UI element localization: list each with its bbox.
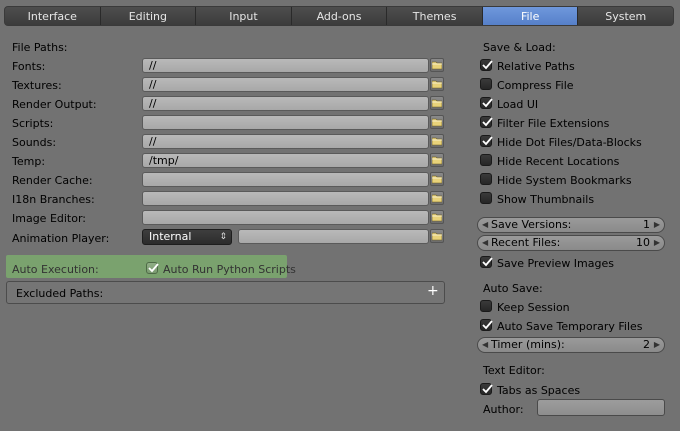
i18n-branches-label: I18n Branches: [12, 193, 95, 206]
relative-paths-checkbox[interactable] [480, 59, 493, 71]
fonts-label: Fonts: [12, 60, 46, 73]
decrement-arrow-icon[interactable]: ◀ [482, 338, 488, 352]
render-output-label: Render Output: [12, 98, 97, 111]
fonts-folder-icon[interactable] [430, 58, 444, 72]
hide-system-bookmarks-label: Hide System Bookmarks [497, 174, 632, 187]
increment-arrow-icon[interactable]: ▶ [654, 236, 660, 250]
file-paths-heading: File Paths: [12, 41, 68, 54]
fonts-path-field[interactable]: // [142, 58, 429, 73]
textures-label: Textures: [12, 79, 62, 92]
text-editor-heading: Text Editor: [483, 364, 545, 377]
show-thumbnails-label: Show Thumbnails [497, 193, 595, 206]
scripts-folder-icon[interactable] [430, 115, 444, 129]
animation-player-path-field[interactable] [238, 229, 429, 244]
relative-paths-label: Relative Paths [497, 60, 575, 73]
increment-arrow-icon[interactable]: ▶ [654, 218, 660, 232]
add-path-plus-icon[interactable]: + [427, 283, 439, 299]
save-load-heading: Save & Load: [483, 41, 556, 54]
filter-file-extensions-label: Filter File Extensions [497, 117, 610, 130]
timer-label: Timer (mins): [491, 338, 565, 351]
temp-path-field[interactable]: /tmp/ [142, 153, 429, 168]
animation-player-label: Animation Player: [12, 232, 110, 245]
textures-folder-icon[interactable] [430, 77, 444, 91]
tabs-as-spaces-checkbox[interactable] [480, 383, 493, 395]
recent-files-field[interactable]: ◀ Recent Files: 10 ▶ [477, 235, 665, 251]
author-label: Author: [483, 403, 524, 416]
recent-files-value: 10 [636, 236, 650, 249]
decrement-arrow-icon[interactable]: ◀ [482, 236, 488, 250]
image-editor-label: Image Editor: [12, 212, 87, 225]
keep-session-label: Keep Session [497, 301, 570, 314]
image-editor-path-field[interactable] [142, 210, 429, 225]
compress-file-checkbox[interactable] [480, 78, 492, 90]
save-preview-images-checkbox[interactable] [480, 256, 493, 268]
scripts-label: Scripts: [12, 117, 54, 130]
load-ui-label: Load UI [497, 98, 539, 111]
show-thumbnails-checkbox[interactable] [480, 192, 492, 204]
render-cache-folder-icon[interactable] [430, 172, 444, 186]
animation-player-select[interactable]: Internal ⇕ [142, 229, 232, 245]
save-versions-field[interactable]: ◀ Save Versions: 1 ▶ [477, 217, 665, 233]
save-preview-images-label: Save Preview Images [497, 257, 614, 270]
auto-save-temp-checkbox[interactable] [480, 319, 493, 331]
sounds-label: Sounds: [12, 136, 57, 149]
tab-themes[interactable]: Themes [387, 7, 483, 25]
timer-value: 2 [643, 338, 650, 351]
hide-recent-locations-checkbox[interactable] [480, 154, 492, 166]
sounds-folder-icon[interactable] [430, 134, 444, 148]
image-editor-folder-icon[interactable] [430, 210, 444, 224]
save-versions-value: 1 [643, 218, 650, 231]
auto-save-heading: Auto Save: [483, 282, 543, 295]
hide-dot-files-label: Hide Dot Files/Data-Blocks [497, 136, 642, 149]
auto-execution-label: Auto Execution: [12, 263, 99, 276]
preferences-tab-bar: Interface Editing Input Add-ons Themes F… [4, 6, 674, 26]
increment-arrow-icon[interactable]: ▶ [654, 338, 660, 352]
render-output-folder-icon[interactable] [430, 96, 444, 110]
render-output-path-field[interactable]: // [142, 96, 429, 111]
tab-editing[interactable]: Editing [100, 7, 197, 25]
i18n-branches-folder-icon[interactable] [430, 191, 444, 205]
auto-run-python-checkbox[interactable] [146, 262, 159, 274]
auto-run-python-label: Auto Run Python Scripts [163, 263, 296, 276]
recent-files-label: Recent Files: [491, 236, 561, 249]
decrement-arrow-icon[interactable]: ◀ [482, 218, 488, 232]
tab-system[interactable]: System [578, 7, 673, 25]
timer-field[interactable]: ◀ Timer (mins): 2 ▶ [477, 337, 665, 353]
tab-interface[interactable]: Interface [5, 7, 101, 25]
render-cache-path-field[interactable] [142, 172, 429, 187]
tab-file[interactable]: File [482, 7, 579, 25]
tabs-as-spaces-label: Tabs as Spaces [497, 384, 581, 397]
tab-input[interactable]: Input [196, 7, 292, 25]
i18n-branches-path-field[interactable] [142, 191, 429, 206]
keep-session-checkbox[interactable] [480, 300, 492, 312]
save-versions-label: Save Versions: [491, 218, 572, 231]
render-cache-label: Render Cache: [12, 174, 93, 187]
load-ui-checkbox[interactable] [480, 97, 493, 109]
hide-dot-files-checkbox[interactable] [480, 135, 493, 147]
hide-system-bookmarks-checkbox[interactable] [480, 173, 492, 185]
scripts-path-field[interactable] [142, 115, 429, 130]
updown-arrows-icon: ⇕ [219, 232, 227, 242]
filter-file-extensions-checkbox[interactable] [480, 116, 493, 128]
compress-file-label: Compress File [497, 79, 574, 92]
auto-save-temp-label: Auto Save Temporary Files [497, 320, 643, 333]
animation-player-folder-icon[interactable] [430, 229, 444, 243]
excluded-paths-label: Excluded Paths: [16, 287, 104, 300]
tab-addons[interactable]: Add-ons [291, 7, 388, 25]
author-input[interactable] [537, 399, 665, 416]
temp-label: Temp: [12, 155, 46, 168]
textures-path-field[interactable]: // [142, 77, 429, 92]
hide-recent-locations-label: Hide Recent Locations [497, 155, 620, 168]
sounds-path-field[interactable]: // [142, 134, 429, 149]
temp-folder-icon[interactable] [430, 153, 444, 167]
animation-player-value: Internal [149, 230, 192, 243]
